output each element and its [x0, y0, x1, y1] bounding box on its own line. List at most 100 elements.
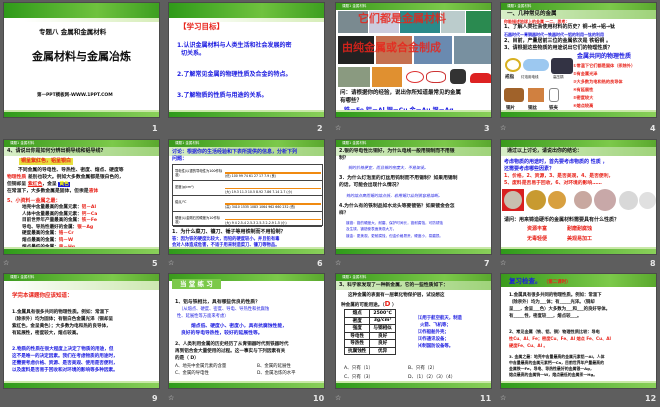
- review-line: 1.金属具有很多共同的物理性质。例如：常温下: [509, 293, 602, 298]
- property-value: 与钢相似: [369, 324, 396, 333]
- property-item: ③大多数为电和热的良导体: [573, 79, 623, 84]
- slide-number: 12: [645, 394, 657, 403]
- answer-4: 镀铬：铬的硬度大、耐磨、保护时间长，铬耐腐蚀，可防锈蚀: [346, 221, 444, 225]
- slide-heading: 学完本课题你应该知道：: [12, 293, 73, 299]
- slide-heading: 【学习目标】: [179, 22, 224, 31]
- review-line: 2、常见金属（铁、铝、铜）物理性质比较：导电: [509, 329, 600, 334]
- property-value: 3g/cm³: [369, 316, 396, 325]
- animation-icon[interactable]: ☆: [335, 259, 341, 267]
- question-text: 问：请根据你的经验，说出你所知道最常见的金属: [340, 90, 462, 96]
- table-row: 抗腐蚀性 优异: [343, 346, 396, 355]
- slide-thumbnail-6[interactable]: 课题1 金属材料 讨论：根据你的生活经验和下表所提供的信息，分析下列 问题： 导…: [168, 139, 325, 255]
- fact-item: 硬度最高的金属：铬－Cr: [22, 231, 74, 237]
- review-line: （除汞外）均为___体；有_____光泽。（铜却: [509, 300, 595, 305]
- image-label: 灯泡用电线: [521, 75, 539, 79]
- animation-icon[interactable]: ☆: [500, 259, 506, 267]
- slide-thumbnail-2[interactable]: 【学习目标】 1.认识金属材料与人类生活和社会发展的密 切关系。 2.了解常见金…: [168, 2, 325, 118]
- pressure-cooker-image: [551, 58, 573, 74]
- animation-icon[interactable]: ☆: [168, 394, 174, 402]
- slide-thumbnail-1[interactable]: 专题八 金属和金属材料 金属材料与金属冶炼 第一PPT模板网-WWW.1PPT.…: [3, 2, 160, 118]
- answer-4: 镀金：更美观，更耐腐蚀，但金价格昂贵，硬度小，易磨损。: [346, 234, 444, 238]
- heading-band: [4, 281, 159, 290]
- option: B、金属的延展性: [257, 364, 291, 369]
- slide-footer-bar: [169, 110, 324, 117]
- question-3-cont: 的话，可能会出现什么情况？: [339, 183, 402, 188]
- summary-line: 这不是唯一的决定因素。我们在考虑物质的用途时，: [12, 354, 118, 359]
- factor-line: 1、价格，2、资源，3、是否美观，4、是否便利，: [504, 174, 614, 179]
- review-line: 呈___，金呈___色）大多数为___和___的良好导体。: [509, 307, 610, 312]
- animation-icon[interactable]: ☆: [335, 124, 341, 132]
- fact-label: 人体中含量最高的金属元素：: [22, 211, 82, 217]
- slide-thumbnail-4[interactable]: 课题1 金属材料 一、几种常见的金属 你能描述地球上的金属 一二、思考： 1、了…: [500, 2, 657, 118]
- photo-scissors: [406, 71, 424, 83]
- slide-thumbnail-8[interactable]: 通过以上讨论，请说出你的结论： 考虑物质的用途时，首先要考虑物质的 性质 ， 还…: [500, 139, 657, 255]
- slide-footer-bar: [501, 381, 656, 388]
- table-row: 熔点/℃ (高) 3410 1535 1083 1064 962 660 232…: [173, 196, 322, 212]
- question-1: 1、铝与铁相比，具有哪些优良的性质？: [175, 300, 260, 305]
- header-text: 课题1 金属材料: [175, 141, 200, 145]
- table-row: 熔点 2500℃: [343, 309, 396, 318]
- question-text: 4、请说出你是如何分辨出铜导线和铝导线?: [7, 148, 104, 154]
- question-2: 2.银的导电性比铜好，为什么电线一般用铜制而不用银: [339, 149, 455, 154]
- text: 差别也较大。例如大多数金属都是银白色的，: [26, 175, 124, 180]
- answer-letter: D: [384, 300, 391, 308]
- use-item: 火箭、飞机等；: [420, 323, 451, 328]
- paragraph-line: 在常温下，大多数金属是固体，但汞是液体: [7, 189, 98, 195]
- property-value: 2500℃: [369, 309, 396, 318]
- property-table: 导电性(以银的导电性为100作标准) (优) 100 99 74 61 27 1…: [172, 164, 323, 227]
- slide-thumbnail-9[interactable]: 课题1 金属材料 学完本课题你应该知道： 1.金属具有很多共同的物理性质。例如：…: [3, 273, 160, 389]
- use-item: ⑶作通讯设备；: [418, 337, 449, 342]
- property-value: 良好: [369, 339, 396, 348]
- slide-thumbnail-7[interactable]: 课题1 金属材料 2.银的导电性比铜好，为什么电线一般用铜制而不用银 制？ 铜的…: [335, 139, 492, 255]
- row-label: 硬度(以金刚石的硬度为10作标准): [175, 215, 221, 224]
- header-text: 课题1 金属材料: [10, 275, 35, 279]
- ring-image: [505, 58, 521, 72]
- highlight: 液体: [88, 189, 99, 194]
- header-text: 课题1 金属材料: [342, 275, 367, 279]
- slide-footer-bar: [501, 110, 656, 117]
- conclusion-line: 还需要考虑哪些因素？: [504, 166, 555, 172]
- review-line: 金属铁一Fe，导电、导热性最好的金属银一Ag，: [509, 366, 594, 371]
- heading-text: 复习检查。: [509, 277, 542, 285]
- slide-header-bar: [169, 3, 324, 22]
- slide-thumbnail-10[interactable]: 当 堂 练 习 1、铝与铁相比，具有哪些优良的性质？ （从熔点、硬度、密度、导电…: [168, 273, 325, 389]
- fact-value: 银－Ag: [77, 224, 94, 230]
- animation-icon[interactable]: ☆: [168, 259, 174, 267]
- slide-number: 2: [317, 124, 323, 133]
- text: 在常温下，大多数金属是固体，但汞是: [7, 189, 89, 194]
- question-2: 再到铝合金大量使用的过程。这一事实与下列因素有关: [175, 349, 286, 354]
- fact-label: 地壳中含量最高的金属元素：: [22, 205, 82, 210]
- slide-number: 11: [480, 394, 492, 403]
- question-text: 请问：用来铸造硬币的金属材料需要具有什么性质？: [504, 217, 620, 223]
- property-value: 优异: [369, 346, 396, 355]
- slide-thumbnail-12[interactable]: 复习检查。 （第二课时） 1.金属具有很多共同的物理性质。例如：常温下 （除汞外…: [500, 273, 657, 389]
- paragraph-line: 这种金属的表面有一层氧化物保护层，试设想这: [348, 293, 445, 298]
- slide-thumbnail-5[interactable]: 课题1 金属材料 4、请说出你是如何分辨出铜导线和铝导线? 铜呈紫红色，铝呈银白…: [3, 139, 160, 255]
- section-heading: 5、小资料－金属之最：: [7, 198, 61, 204]
- slide-footer-bar: [336, 110, 491, 117]
- paragraph-line: 物理性质 差别也较大。例如大多数金属都是银白色的，: [7, 175, 124, 181]
- summary-line: 1.金属具有很多共同的物理性质。例如：常温下: [12, 310, 109, 315]
- overlay-text-2: 由纯金属或合金制成: [342, 41, 441, 54]
- summary-line: 以及废料是否易于回收和对环境的影响等多种因素。: [12, 368, 118, 373]
- fact-label: 目前世界年产量最高的金属：: [22, 218, 82, 224]
- slide-heading: 复习检查。 （第二课时）: [509, 277, 571, 286]
- animation-icon[interactable]: ☆: [500, 394, 506, 402]
- slide-number: 8: [650, 259, 656, 268]
- slide-number: 3: [484, 124, 490, 133]
- animation-icon[interactable]: ☆: [335, 394, 341, 402]
- answer-line: 良好的导电导热性，较好的延展性等。: [181, 331, 263, 336]
- slide-thumbnail-3[interactable]: 课题1 金属材料 它们都是金属材料 由纯金属或合金制成 问：请根据你的经验，说出…: [335, 2, 492, 118]
- factor-line: 5、废料是否易于回收，6、对环境的影响……: [504, 181, 602, 186]
- header-text: 课题1 金属材料: [10, 141, 35, 145]
- row-values: (高) 3410 1535 1083 1064 962 660 232 (低): [225, 205, 296, 209]
- property-name: 密度: [343, 316, 371, 325]
- use-item: ⑷制国防设备等。: [418, 344, 454, 349]
- animation-icon[interactable]: ☆: [500, 124, 506, 132]
- slide-thumbnail-11[interactable]: 课题1 金属材料 3、科学家发现了一种新金属，它的一些性质如下： 这种金属的表面…: [335, 273, 492, 389]
- objective-2: 2.了解常见金属的物理性质及合金的特点。: [177, 71, 292, 78]
- question-2: 2、人类利用金属的历史经历了从青铜器时代到铁器时代: [175, 342, 289, 347]
- animation-icon[interactable]: ☆: [3, 259, 9, 267]
- answer-item: 无毒轻便: [527, 236, 548, 242]
- property-item: ②有金属光泽: [573, 71, 598, 76]
